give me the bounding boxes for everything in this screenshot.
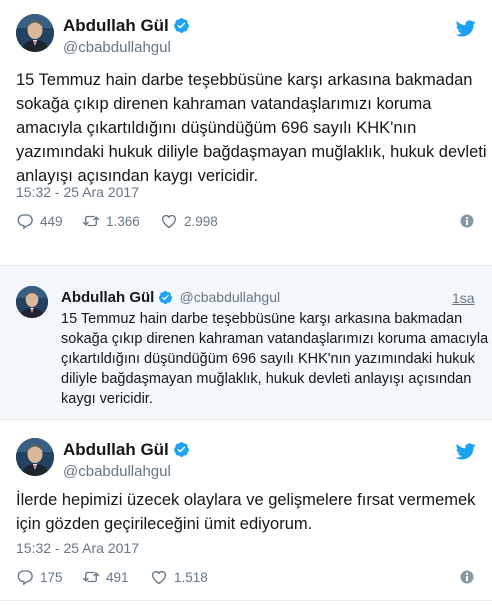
tweet-line: 15 Temmuz hain darbe teşebbüsüne karşı a… <box>61 311 463 327</box>
avatar[interactable] <box>16 14 54 52</box>
author-name[interactable]: Abdullah Gül <box>63 440 190 460</box>
reply-button[interactable]: 175 <box>16 568 63 586</box>
like-button[interactable]: 2.998 <box>160 212 218 230</box>
reply-count: 175 <box>40 569 63 585</box>
author-name[interactable]: Abdullah Gül @cbabdullahgul <box>61 289 280 306</box>
verified-badge-icon <box>173 442 189 457</box>
tweet-line: diliyle bağdaşmayan muğlaklık, hukuk dev… <box>61 371 472 387</box>
avatar-image <box>16 14 54 52</box>
retweet-count: 1.366 <box>106 213 140 229</box>
heart-icon <box>151 570 167 585</box>
reply-button[interactable]: 449 <box>16 212 63 230</box>
author-name-text: Abdullah Gül <box>63 440 169 459</box>
tweet-card-1[interactable]: Abdullah Gül @cbabdullahgul 15 Temmuz ha… <box>0 0 492 250</box>
author-handle[interactable]: @cbabdullahgul <box>180 289 281 305</box>
verified-badge-icon <box>159 290 173 305</box>
tweet-line: çıkartıldığını düşündüğüm 696 sayılı KHK… <box>61 351 475 367</box>
like-count: 1.518 <box>174 569 208 585</box>
tweet-line: kaygı vericidir. <box>61 391 153 407</box>
author-name[interactable]: Abdullah Gül <box>63 16 190 36</box>
tweet-line: sokağa çıkıp direnen kahraman vatandaşla… <box>61 331 489 347</box>
retweet-button[interactable]: 491 <box>82 568 129 586</box>
avatar[interactable] <box>16 438 54 476</box>
tweet-line: İlerde hepimizi üzecek olaylara ve geliş… <box>16 491 476 509</box>
tweet-line: için gözden geçirileceğini ümit ediyorum… <box>16 515 313 533</box>
like-button[interactable]: 1.518 <box>150 568 208 586</box>
tweet-timestamp[interactable]: 15:32 - 25 Ara 2017 <box>16 184 139 200</box>
embedded-tweet-text: 15 Temmuz hain darbe teşebbüsüne karşı a… <box>61 309 488 409</box>
twitter-bird-icon[interactable] <box>456 20 476 37</box>
tweet-line: sokağa çıkıp direnen kahraman vatandaşla… <box>16 95 432 113</box>
tweet-text: İlerde hepimizi üzecek olaylara ve geliş… <box>16 488 475 536</box>
author-name-text: Abdullah Gül <box>63 16 169 35</box>
tweet-line: 15 Temmuz hain darbe teşebbüsüne karşı a… <box>16 71 473 89</box>
avatar-image <box>16 286 48 318</box>
retweet-icon <box>82 571 100 583</box>
heart-icon <box>161 214 177 229</box>
twitter-bird-icon[interactable] <box>456 443 476 460</box>
tweet-age[interactable]: 1sa <box>452 290 475 306</box>
avatar[interactable] <box>16 286 48 318</box>
reply-icon <box>17 214 33 230</box>
tweet-line: yazımındaki hukuk diliyle bağdaşmayan mu… <box>16 143 487 161</box>
info-icon[interactable] <box>460 570 474 584</box>
retweet-count: 491 <box>106 569 129 585</box>
reply-count: 449 <box>40 213 63 229</box>
author-name-text: Abdullah Gül <box>61 289 155 306</box>
avatar-image <box>16 438 54 476</box>
tweet-line: amacıyla çıkartıldığını düşündüğüm 696 s… <box>16 119 417 137</box>
reply-icon <box>17 570 33 586</box>
like-count: 2.998 <box>184 213 218 229</box>
retweet-icon <box>82 215 100 227</box>
verified-badge-icon <box>173 18 189 33</box>
author-handle[interactable]: @cbabdullahgul <box>63 463 171 480</box>
info-icon[interactable] <box>460 214 474 228</box>
retweet-button[interactable]: 1.366 <box>82 212 140 230</box>
author-handle[interactable]: @cbabdullahgul <box>63 39 171 56</box>
tweet-timestamp[interactable]: 15:32 - 25 Ara 2017 <box>16 540 139 556</box>
embedded-tweet[interactable]: Abdullah Gül @cbabdullahgul 1sa 15 Temmu… <box>0 265 492 420</box>
tweet-card-2[interactable]: Abdullah Gül @cbabdullahgul İlerde hepim… <box>0 428 492 605</box>
bottom-divider <box>0 600 492 601</box>
tweet-text: 15 Temmuz hain darbe teşebbüsüne karşı a… <box>16 68 487 188</box>
